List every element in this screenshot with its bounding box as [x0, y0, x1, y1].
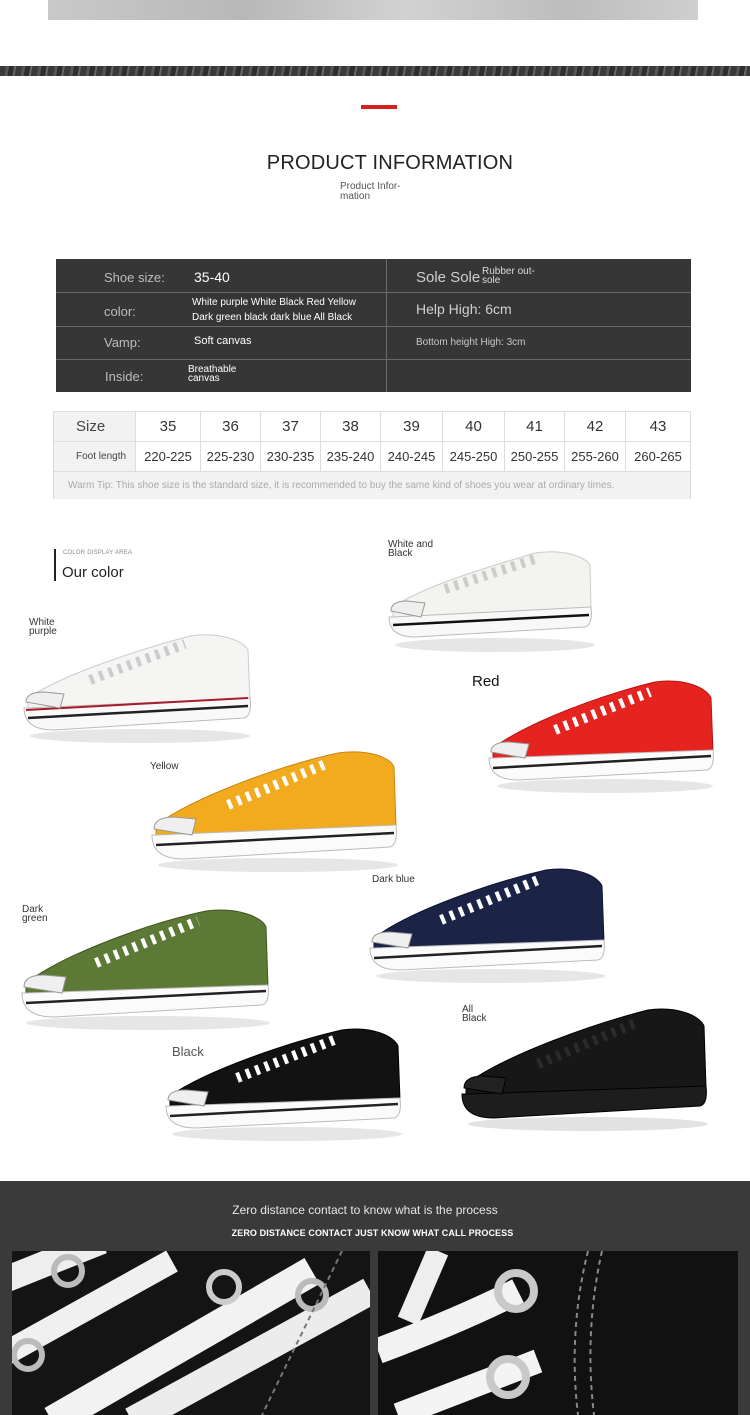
decorative-band [0, 66, 750, 76]
shoe-image-red [488, 680, 714, 793]
size-cell: 36 [201, 412, 261, 442]
size-cell: 35 [136, 412, 201, 442]
shoe-image-white-purple [23, 634, 251, 743]
product-info-subtitle: Product Infor- mation [340, 181, 401, 202]
size-cell: 42 [565, 412, 626, 442]
detail-image-lace-left [12, 1251, 370, 1415]
size-table: Size Foot length 35 36 37 38 39 40 41 42… [53, 411, 691, 499]
warm-tip: Warm Tip: This shoe size is the standard… [54, 472, 690, 499]
shoe-image-all-black [461, 1008, 708, 1131]
top-product-photo [48, 0, 698, 20]
shoe-image-black [165, 1028, 402, 1141]
size-cell: 38 [321, 412, 381, 442]
color-display-bar [54, 549, 56, 581]
process-section: Zero distance contact to know what is th… [0, 1181, 750, 1415]
our-color-title: Our color [62, 564, 124, 581]
vamp-value: Soft canvas [194, 335, 252, 347]
product-info-table: Shoe size: 35-40 color: White purple Whi… [56, 259, 691, 392]
shoe-size-value: 35-40 [194, 269, 230, 285]
color-label: color: [104, 304, 136, 319]
size-header: Size [54, 412, 136, 442]
process-title: Zero distance contact to know what is th… [232, 1203, 498, 1217]
shoe-image-dark-green [21, 909, 270, 1030]
length-cell: 220-225 [136, 442, 201, 472]
length-cell: 230-235 [261, 442, 321, 472]
foot-length-header: Foot length [54, 442, 136, 472]
color-value: White purple White Black Red Yellow Dark… [192, 297, 356, 323]
length-cell: 245-250 [443, 442, 505, 472]
length-cell: 240-245 [381, 442, 443, 472]
process-subtitle: ZERO DISTANCE CONTACT JUST KNOW WHAT CAL… [231, 1228, 514, 1238]
length-cell: 255-260 [565, 442, 626, 472]
size-cell: 37 [261, 412, 321, 442]
length-cell: 225-230 [201, 442, 261, 472]
length-cell: 260-265 [626, 442, 690, 472]
length-cell: 235-240 [321, 442, 381, 472]
inside-label: Inside: [105, 369, 144, 384]
sole-value: Rubber out- sole [482, 266, 535, 286]
inside-value: Breathable canvas [188, 364, 237, 384]
size-cell: 39 [381, 412, 443, 442]
help-high: Help High: 6cm [416, 301, 512, 317]
size-cell: 41 [505, 412, 565, 442]
shoe-image-white-black [388, 551, 595, 652]
shoe-image-yellow [151, 751, 398, 872]
sole-label: Sole Sole [416, 269, 481, 286]
red-accent-bar [361, 105, 397, 109]
shoe-image-dark-blue [369, 868, 606, 983]
vamp-label: Vamp: [104, 335, 141, 350]
shoe-size-label: Shoe size: [104, 270, 165, 285]
product-info-title: PRODUCT INFORMATION [266, 152, 514, 174]
detail-image-lace-right [378, 1251, 738, 1415]
color-display-small-label: COLOR DISPLAY AREA [63, 550, 133, 556]
size-cell: 40 [443, 412, 505, 442]
size-cell: 43 [626, 412, 690, 442]
length-cell: 250-255 [505, 442, 565, 472]
bottom-height: Bottom height High: 3cm [416, 337, 526, 348]
